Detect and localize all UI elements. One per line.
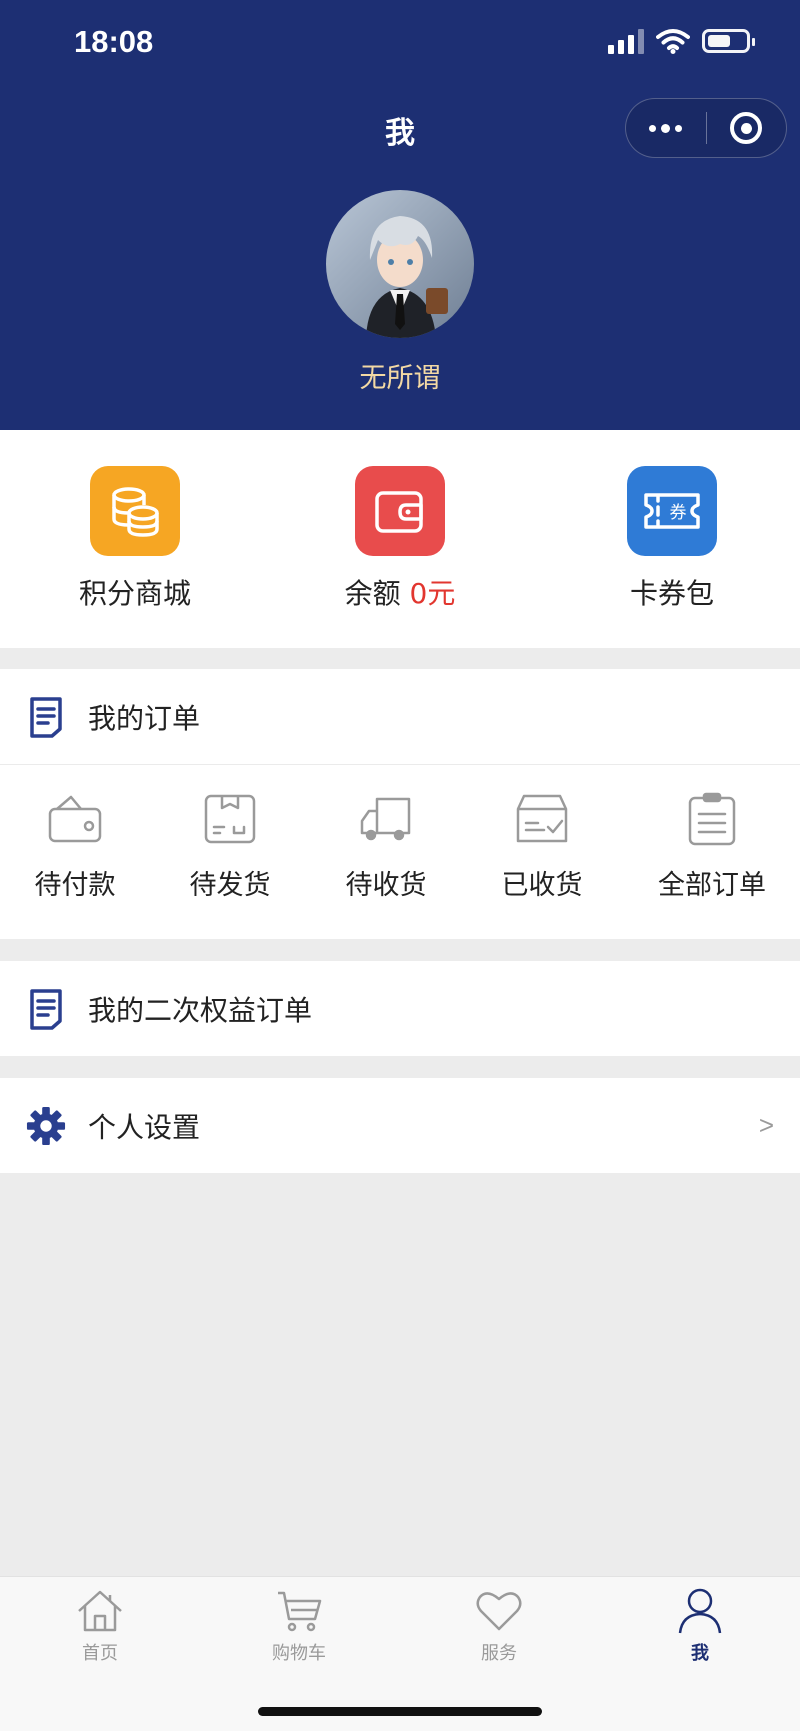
close-miniprogram-button[interactable] (707, 99, 787, 157)
truck-icon (356, 791, 416, 847)
profile-header: 18:08 我 无所谓 (0, 0, 800, 430)
balance-label: 余额 0元 (345, 572, 456, 612)
svg-text:券: 券 (670, 503, 687, 523)
settings-row[interactable]: 个人设置 > (0, 1078, 800, 1173)
orders-card: 我的订单 待付款 待发货 待收货 已收货 全部订单 (0, 669, 800, 939)
pending-payment-label: 待付款 (34, 870, 116, 901)
chevron-right-icon: > (758, 1110, 774, 1140)
cart-icon (274, 1587, 324, 1635)
tab-services[interactable]: 服务 (429, 1587, 569, 1665)
coins-icon (90, 466, 180, 556)
wallet-icon (355, 466, 445, 556)
points-mall-label: 积分商城 (78, 577, 191, 610)
home-icon (75, 1587, 125, 1635)
my-orders-label: 我的订单 (88, 701, 201, 735)
received-label: 已收货 (501, 870, 583, 901)
secondary-orders-label: 我的二次权益订单 (88, 993, 313, 1027)
coupon-icon: 券 (627, 466, 717, 556)
all-orders-label: 全部订单 (658, 870, 766, 901)
tab-home-label: 首页 (82, 1643, 118, 1664)
clipboard-icon (682, 791, 742, 847)
balance-button[interactable]: 余额 0元 (300, 466, 500, 612)
tab-me[interactable]: 我 (630, 1587, 770, 1665)
secondary-orders-row[interactable]: 我的二次权益订单 (0, 961, 800, 1056)
battery-icon (702, 29, 755, 53)
pending-shipment-button[interactable]: 待发货 (155, 791, 305, 902)
wallet-outline-icon (45, 791, 105, 847)
gear-icon (26, 1104, 66, 1148)
tab-cart[interactable]: 购物车 (229, 1587, 369, 1665)
avatar[interactable] (326, 190, 474, 338)
balance-text: 余额 (344, 577, 401, 610)
received-button[interactable]: 已收货 (467, 791, 617, 902)
package-icon (200, 791, 260, 847)
target-icon (730, 112, 763, 144)
inbox-check-icon (512, 791, 572, 847)
wifi-icon (656, 29, 690, 54)
coupon-wallet-button[interactable]: 券 卡券包 (572, 466, 772, 612)
tab-cart-label: 购物车 (272, 1643, 326, 1664)
balance-value: 0元 (409, 577, 456, 610)
heart-icon (474, 1587, 524, 1635)
pending-payment-button[interactable]: 待付款 (0, 791, 150, 902)
coupon-wallet-label: 卡券包 (629, 577, 714, 610)
username: 无所谓 (359, 363, 441, 394)
pending-receipt-label: 待收货 (345, 870, 427, 901)
document-icon (26, 987, 66, 1031)
points-mall-button[interactable]: 积分商城 (35, 466, 235, 612)
home-indicator (258, 1707, 542, 1716)
settings-label: 个人设置 (88, 1110, 201, 1144)
tab-me-label: 我 (691, 1643, 709, 1664)
tab-home[interactable]: 首页 (30, 1587, 170, 1665)
pending-shipment-label: 待发货 (189, 870, 271, 901)
user-icon (675, 1587, 725, 1635)
tab-services-label: 服务 (481, 1643, 517, 1664)
signal-icon (608, 28, 644, 54)
status-time: 18:08 (74, 24, 154, 59)
miniprogram-capsule (625, 98, 787, 158)
my-orders-row[interactable]: 我的订单 (0, 669, 800, 764)
quick-actions-panel: 积分商城 余额 0元 券 卡券包 (0, 430, 800, 648)
status-indicators (608, 28, 755, 54)
all-orders-button[interactable]: 全部订单 (637, 791, 787, 902)
pending-receipt-button[interactable]: 待收货 (311, 791, 461, 902)
document-icon (26, 695, 66, 739)
order-status-list: 待付款 待发货 待收货 已收货 全部订单 (0, 765, 800, 935)
more-options-button[interactable] (626, 99, 706, 157)
